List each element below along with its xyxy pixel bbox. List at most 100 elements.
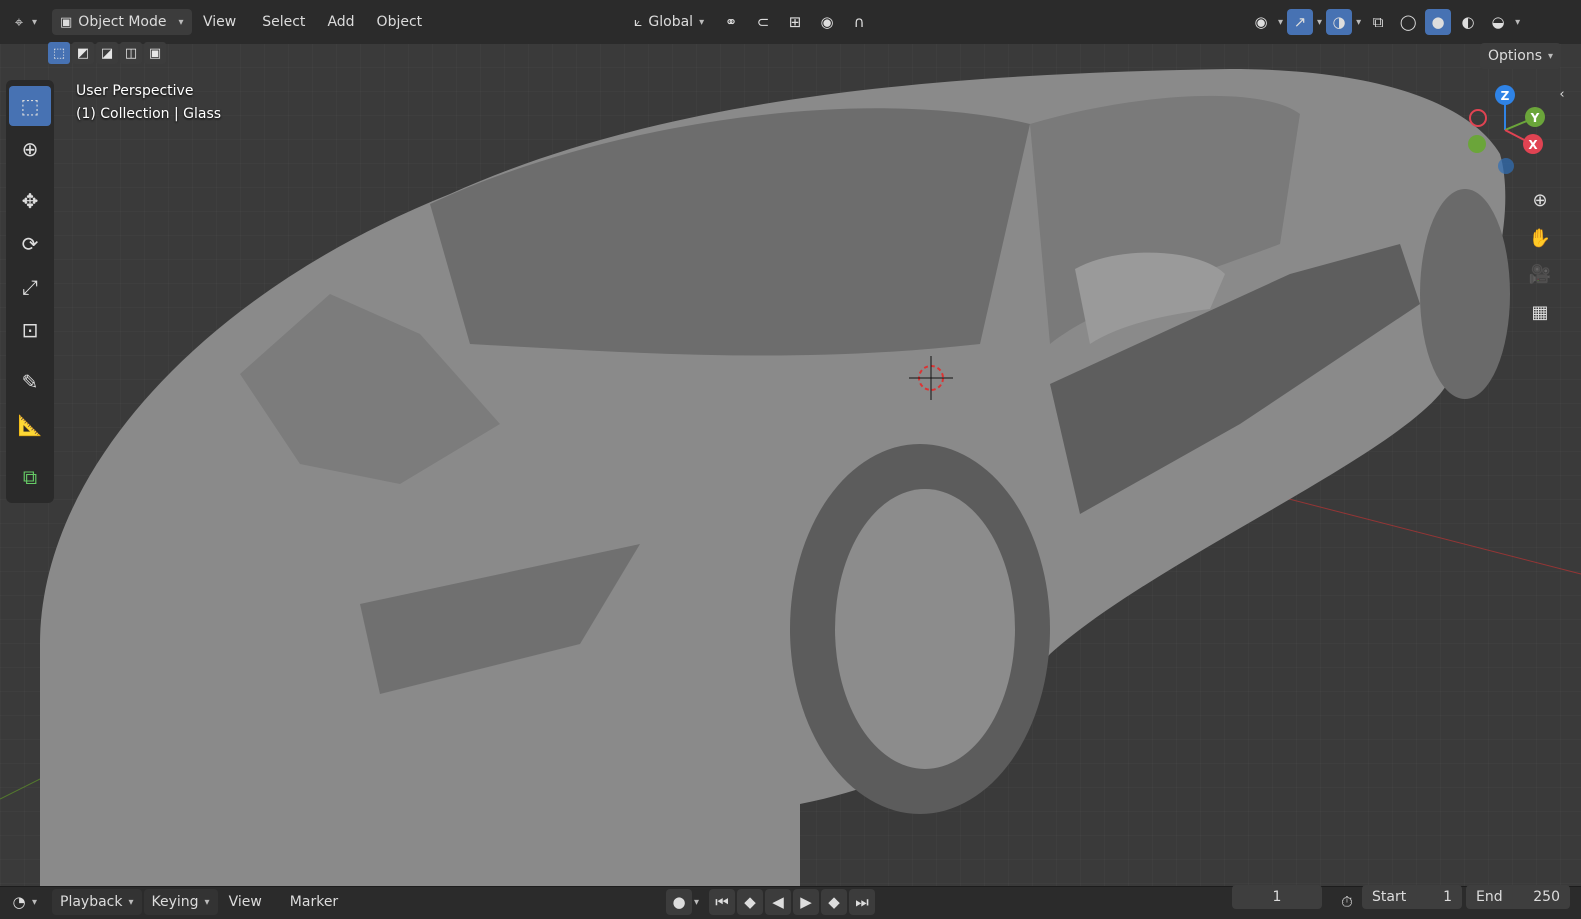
start-label: Start [1372, 889, 1407, 905]
viewport-info: User Perspective (1) Collection | Glass [76, 80, 221, 126]
menu-timeline-view[interactable]: View [220, 889, 271, 915]
chevron-down-icon: ▾ [699, 16, 705, 28]
options-label: Options [1488, 48, 1543, 64]
x-axis-line [1249, 488, 1581, 575]
wireframe-shading-icon[interactable]: ◯ [1395, 9, 1421, 35]
overlays-toggle-icon[interactable]: ◑ [1326, 9, 1353, 35]
clock-icon: ◔ [12, 893, 26, 911]
gizmo-toggle-icon[interactable]: ↗ [1287, 9, 1314, 35]
select-mode-group: ⬚ ◩ ◪ ◫ ▣ [48, 42, 166, 64]
rendered-shading-icon[interactable]: ◒ [1485, 9, 1511, 35]
select-new-icon[interactable]: ⬚ [48, 42, 70, 64]
measure-tool-icon[interactable]: 📐 [9, 405, 51, 445]
pan-hand-icon[interactable]: ✋ [1524, 222, 1556, 254]
collection-label: (1) Collection | Glass [76, 106, 222, 122]
play-icon[interactable]: ▶ [793, 889, 820, 915]
chevron-down-icon: ▾ [1317, 16, 1323, 28]
prev-keyframe-icon[interactable]: ◆ [737, 889, 764, 915]
tool-shelf: ⬚ ⊕ ✥ ⟳ ⤢ ⊡ ✎ 📐 ⧉ [6, 80, 54, 503]
camera-view-icon[interactable]: 🎥 [1524, 258, 1556, 290]
mode-label: Object Mode [78, 14, 167, 30]
xray-toggle-icon[interactable]: ⧉ [1365, 9, 1391, 35]
current-frame-value: 1 [1272, 889, 1282, 905]
end-frame-field[interactable]: End 250 [1466, 885, 1570, 909]
start-value: 1 [1443, 889, 1452, 905]
snap-target-icon[interactable]: ⊞ [782, 9, 808, 35]
car-model [0, 69, 1581, 886]
timeline-editor-type[interactable]: ◔ ▾ [6, 889, 37, 915]
header-menu: View Select Add Object [194, 9, 431, 35]
gizmo-neg-y-icon [1468, 135, 1486, 153]
visibility-icon[interactable]: ◉ [1248, 9, 1274, 35]
menu-keying-label: Keying [151, 894, 199, 910]
select-extend-icon[interactable]: ◩ [72, 42, 94, 64]
chevron-down-icon: ▾ [32, 16, 38, 28]
jump-start-icon[interactable]: ⏮ [709, 889, 736, 915]
gizmo-neg-z-icon [1498, 158, 1514, 174]
timer-icon: ⏱ [1341, 893, 1353, 911]
transform-tool-icon[interactable]: ⊡ [9, 310, 51, 350]
scale-tool-icon[interactable]: ⤢ [9, 267, 51, 307]
options-dropdown[interactable]: Options ▾ [1480, 43, 1562, 69]
jump-end-icon[interactable]: ⏭ [849, 889, 876, 915]
select-invert-icon[interactable]: ◫ [120, 42, 142, 64]
rotate-tool-icon[interactable]: ⟳ [9, 224, 51, 264]
material-shading-icon[interactable]: ◐ [1455, 9, 1481, 35]
object-mode-icon: ▣ [60, 14, 73, 30]
stopwatch-icon[interactable]: ⏱ [1334, 889, 1360, 915]
car-cockpit [430, 108, 1030, 356]
cursor-tool-icon[interactable]: ⊕ [9, 129, 51, 169]
chevron-down-icon: ▾ [1515, 16, 1521, 28]
navigation-gizmo[interactable]: Z Y X [1450, 80, 1560, 190]
select-subtract-icon[interactable]: ◪ [96, 42, 118, 64]
transform-orientation-selector[interactable]: ⟀ Global ▾ [626, 9, 712, 35]
pivot-point-icon[interactable]: ⚭ [718, 9, 744, 35]
chevron-down-icon: ▾ [128, 896, 134, 908]
menu-keying[interactable]: Keying ▾ [143, 889, 218, 915]
menu-add[interactable]: Add [318, 9, 363, 35]
gizmo-y-label: Y [1530, 111, 1540, 125]
play-reverse-icon[interactable]: ◀ [765, 889, 792, 915]
sidebar-toggle-icon[interactable]: ‹ [1552, 84, 1572, 104]
gizmo-x-label: X [1528, 138, 1538, 152]
record-icon[interactable]: ● [666, 889, 692, 915]
end-label: End [1476, 889, 1503, 905]
move-tool-icon[interactable]: ✥ [9, 181, 51, 221]
add-cube-tool-icon[interactable]: ⧉ [9, 457, 51, 497]
select-intersect-icon[interactable]: ▣ [144, 42, 166, 64]
ortho-toggle-icon[interactable]: ▦ [1524, 296, 1556, 328]
chevron-down-icon: ▾ [204, 896, 210, 908]
snap-icon[interactable]: ⊂ [750, 9, 776, 35]
orientation-icon: ⟀ [634, 14, 643, 30]
menu-view[interactable]: View [194, 9, 245, 35]
3d-viewport[interactable] [0, 44, 1581, 886]
orientation-label: Global [648, 14, 694, 30]
select-box-tool-icon[interactable]: ⬚ [9, 86, 51, 126]
menu-playback-label: Playback [60, 894, 123, 910]
mode-selector[interactable]: ▣ Object Mode ▾ [52, 9, 192, 35]
gizmo-neg-x-icon [1469, 109, 1487, 127]
chevron-down-icon: ▾ [1548, 50, 1554, 62]
solid-shading-icon[interactable]: ● [1425, 9, 1452, 35]
end-value: 250 [1533, 889, 1560, 905]
falloff-icon[interactable]: ∩ [846, 9, 872, 35]
menu-object[interactable]: Object [368, 9, 432, 35]
chevron-down-icon: ▾ [32, 896, 38, 908]
menu-select[interactable]: Select [253, 9, 314, 35]
menu-playback[interactable]: Playback ▾ [52, 889, 142, 915]
next-keyframe-icon[interactable]: ◆ [821, 889, 848, 915]
gizmo-z-label: Z [1501, 89, 1510, 103]
perspective-label: User Perspective [76, 83, 194, 99]
chevron-down-icon: ▾ [1356, 16, 1362, 28]
annotate-tool-icon[interactable]: ✎ [9, 362, 51, 402]
timeline-menu: Playback ▾ Keying ▾ View Marker [52, 889, 347, 915]
menu-marker[interactable]: Marker [281, 889, 347, 915]
start-frame-field[interactable]: Start 1 [1362, 885, 1462, 909]
editor-type-icon: ⌖ [14, 13, 24, 31]
chevron-down-icon: ▾ [1278, 16, 1284, 28]
zoom-icon[interactable]: ⊕ [1524, 184, 1556, 216]
editor-type-selector[interactable]: ⌖ ▾ [6, 9, 37, 35]
car-rear-wheel [1420, 189, 1510, 399]
current-frame-field[interactable]: 1 [1232, 885, 1322, 909]
proportional-editing-icon[interactable]: ◉ [814, 9, 840, 35]
